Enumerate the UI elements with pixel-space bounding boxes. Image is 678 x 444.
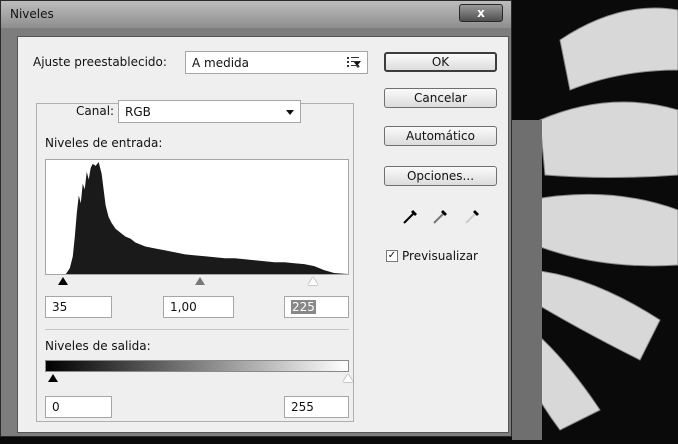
dialog-body: Ajuste preestablecido: A medida Canal: R… [17, 36, 509, 433]
preset-dropdown[interactable]: A medida [185, 51, 368, 74]
histogram [45, 159, 349, 275]
preview-label[interactable]: Previsualizar [402, 249, 478, 263]
input-white-field[interactable]: 225 [284, 296, 349, 318]
input-white-slider[interactable] [308, 277, 318, 285]
input-levels-label: Niveles de entrada: [45, 136, 163, 150]
ok-button[interactable]: OK [384, 52, 497, 72]
output-gradient [45, 360, 349, 372]
output-black-slider[interactable] [48, 374, 58, 382]
divider [45, 329, 349, 330]
output-levels-label: Niveles de salida: [45, 339, 151, 353]
preset-label: Ajuste preestablecido: [33, 55, 167, 69]
preset-value: A medida [192, 56, 250, 70]
list-menu-icon[interactable] [347, 55, 361, 69]
output-black-field[interactable]: 0 [45, 396, 112, 418]
cancel-button[interactable]: Cancelar [384, 88, 497, 108]
options-button[interactable]: Opciones... [384, 166, 497, 186]
channel-value: RGB [125, 105, 151, 119]
close-button[interactable]: x [459, 4, 503, 22]
white-point-eyedropper-icon[interactable] [464, 207, 482, 225]
black-point-eyedropper-icon[interactable] [402, 207, 420, 225]
input-gamma-slider[interactable] [195, 277, 205, 285]
close-icon: x [477, 6, 485, 20]
input-black-field[interactable]: 35 [45, 296, 112, 318]
chevron-down-icon [286, 110, 294, 115]
channel-label: Canal: [76, 104, 115, 118]
input-black-value: 35 [52, 300, 68, 314]
input-gamma-field[interactable]: 1,00 [163, 296, 234, 318]
levels-dialog: Niveles x Ajuste preestablecido: A medid… [0, 0, 512, 437]
auto-button[interactable]: Automático [384, 126, 497, 146]
input-white-value: 225 [291, 300, 316, 314]
output-black-value: 0 [52, 400, 60, 414]
channel-dropdown[interactable]: RGB [118, 100, 301, 123]
gray-point-eyedropper-icon[interactable] [432, 207, 450, 225]
output-white-slider[interactable] [343, 374, 353, 382]
input-black-slider[interactable] [58, 277, 68, 285]
output-white-value: 255 [291, 400, 314, 414]
check-icon: ✓ [387, 250, 397, 261]
output-white-field[interactable]: 255 [284, 396, 349, 418]
window-title: Niveles [10, 7, 54, 21]
title-bar[interactable]: Niveles x [1, 1, 511, 28]
input-gamma-value: 1,00 [170, 300, 197, 314]
preview-checkbox[interactable]: ✓ [386, 250, 398, 262]
